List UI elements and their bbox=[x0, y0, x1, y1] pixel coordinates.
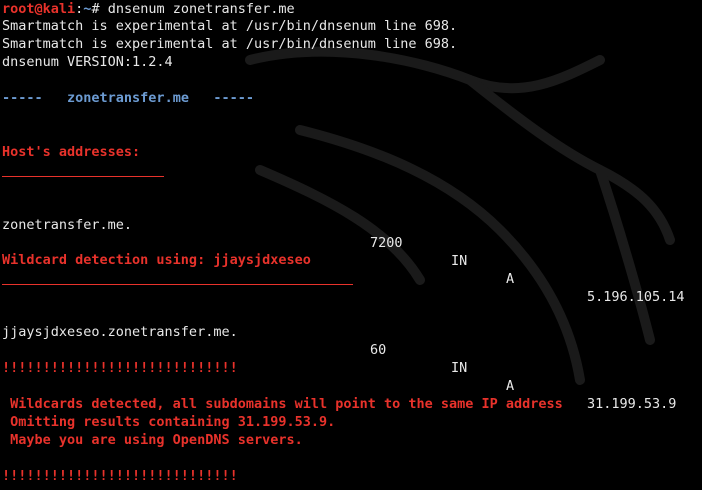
banner-left-dashes: ----- bbox=[2, 90, 43, 106]
wildcard-row: jjaysjdxeseo.zonetransfer.me. 60 IN A 31… bbox=[2, 305, 702, 412]
host-row-ttl: 7200 bbox=[370, 235, 403, 251]
prompt-symbol: # bbox=[91, 1, 100, 17]
wildcard-row-class: IN bbox=[451, 360, 468, 376]
wildcard-underline bbox=[2, 284, 353, 285]
banner-right-dashes: ----- bbox=[213, 90, 254, 106]
wildcard-row-type: A bbox=[506, 378, 515, 394]
alert-bang-line-bottom: !!!!!!!!!!!!!!!!!!!!!!!!!!!!! bbox=[2, 468, 238, 484]
prompt-command: dnsenum zonetransfer.me bbox=[107, 1, 295, 17]
wildcard-heading: Wildcard detection using: jjaysjdxeseo bbox=[2, 252, 311, 268]
host-address-row: zonetransfer.me. 7200 IN A 5.196.105.14 bbox=[2, 198, 702, 305]
prompt-user-host: root@kali bbox=[2, 1, 76, 17]
alert-message-2: Omitting results containing 31.199.53.9. bbox=[2, 414, 336, 430]
alert-message-3: Maybe you are using OpenDNS servers. bbox=[2, 432, 303, 448]
alert-message-1: Wildcards detected, all subdomains will … bbox=[2, 396, 563, 412]
terminal-window[interactable]: root@kali:~# dnsenum zonetransfer.me Sma… bbox=[0, 0, 702, 490]
domain-banner: ----- zonetransfer.me ----- bbox=[2, 89, 254, 107]
wildcard-row-ttl: 60 bbox=[370, 342, 387, 358]
host-row-type: A bbox=[506, 271, 515, 287]
host-addresses-underline bbox=[2, 176, 164, 177]
wildcard-row-name: jjaysjdxeseo.zonetransfer.me. bbox=[2, 324, 238, 340]
wildcard-row-address: 31.199.53.9 bbox=[587, 396, 677, 412]
alert-bang-line-top: !!!!!!!!!!!!!!!!!!!!!!!!!!!!! bbox=[2, 360, 238, 376]
host-addresses-heading: Host's addresses: bbox=[2, 144, 141, 160]
prompt-line: root@kali:~# dnsenum zonetransfer.me bbox=[2, 0, 295, 18]
warning-line-2: Smartmatch is experimental at /usr/bin/d… bbox=[2, 36, 458, 52]
host-row-name: zonetransfer.me. bbox=[2, 217, 133, 233]
warning-line-1: Smartmatch is experimental at /usr/bin/d… bbox=[2, 18, 458, 34]
host-row-class: IN bbox=[451, 253, 468, 269]
version-line: dnsenum VERSION:1.2.4 bbox=[2, 54, 173, 70]
host-row-address: 5.196.105.14 bbox=[587, 289, 685, 305]
banner-domain: zonetransfer.me bbox=[67, 90, 189, 106]
